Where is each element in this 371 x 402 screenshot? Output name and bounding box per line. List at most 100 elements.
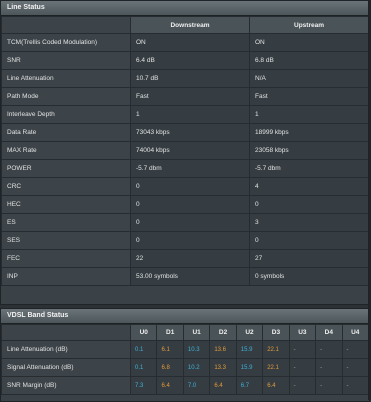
- band-value: 10.3: [182, 340, 211, 359]
- upstream-header: Upstream: [249, 16, 369, 34]
- band-value: 6.4: [262, 376, 290, 395]
- line-status-panel: Line Status Downstream Upstream TCM(Trel…: [0, 0, 370, 305]
- upstream-value: Fast: [249, 87, 369, 106]
- band-value: 13.3: [209, 358, 237, 377]
- downstream-value: -5.7 dbm: [130, 159, 250, 178]
- band-value: 15.9: [235, 340, 264, 359]
- upstream-value: 18999 kbps: [249, 123, 369, 142]
- upstream-value: ON: [249, 33, 369, 52]
- row-label: HEC: [1, 195, 131, 214]
- row-label: INP: [1, 267, 131, 286]
- line-status-row: HEC 0 0: [1, 195, 369, 214]
- upstream-value: N/A: [249, 69, 369, 88]
- band-value: 10.2: [182, 358, 211, 377]
- band-column-header: U3: [288, 324, 317, 341]
- line-status-title: Line Status: [1, 1, 369, 16]
- band-value: 22.1: [262, 340, 290, 359]
- line-status-row: Path Mode Fast Fast: [1, 87, 369, 106]
- row-label: FEC: [1, 249, 131, 268]
- band-column-header: D1: [156, 324, 184, 341]
- downstream-value: 73043 kbps: [130, 123, 250, 142]
- row-label: SES: [1, 231, 131, 250]
- upstream-value: -5.7 dbm: [249, 159, 369, 178]
- band-value: 6.4: [209, 376, 237, 395]
- downstream-value: 0: [130, 213, 250, 232]
- line-status-row: SES 0 0: [1, 231, 369, 250]
- band-value: -: [341, 358, 369, 377]
- band-row-label: SNR Margin (dB): [1, 376, 131, 395]
- upstream-value: 6.8 dB: [249, 51, 369, 70]
- downstream-value: 0: [130, 231, 250, 250]
- downstream-value: 10.7 dB: [130, 69, 250, 88]
- downstream-value: 22: [130, 249, 250, 268]
- band-row-label: Line Attenuation (dB): [1, 340, 131, 359]
- band-value: -: [288, 376, 317, 395]
- downstream-value: 0: [130, 177, 250, 196]
- line-status-row: ES 0 3: [1, 213, 369, 232]
- band-row-label: Signal Attenuation (dB): [1, 358, 131, 377]
- band-value: 6.8: [156, 358, 184, 377]
- row-label: TCM(Trellis Coded Modulation): [1, 33, 131, 52]
- band-value: 7.3: [129, 376, 158, 395]
- upstream-value: 1: [249, 105, 369, 124]
- line-status-row: Interleave Depth 1 1: [1, 105, 369, 124]
- line-status-corner: [1, 16, 131, 34]
- band-value: 0.1: [129, 340, 158, 359]
- band-value: -: [341, 376, 369, 395]
- band-value: 13.6: [209, 340, 237, 359]
- row-label: Interleave Depth: [1, 105, 131, 124]
- band-column-header: U1: [182, 324, 211, 341]
- upstream-value: 0: [249, 231, 369, 250]
- row-label: Line Attenuation: [1, 69, 131, 88]
- downstream-value: ON: [130, 33, 250, 52]
- band-value: -: [341, 340, 369, 359]
- line-status-row: SNR 6.4 dB 6.8 dB: [1, 51, 369, 70]
- line-status-row: TCM(Trellis Coded Modulation) ON ON: [1, 33, 369, 52]
- band-column-header: U4: [341, 324, 369, 341]
- line-status-row: Line Attenuation 10.7 dB N/A: [1, 69, 369, 88]
- row-label: Path Mode: [1, 87, 131, 106]
- band-value: -: [315, 340, 343, 359]
- band-column-header: D2: [209, 324, 237, 341]
- downstream-value: 74004 kbps: [130, 141, 250, 160]
- line-status-row: INP 53.00 symbols 0 symbols: [1, 267, 369, 286]
- band-value: 6.1: [156, 340, 184, 359]
- upstream-value: 4: [249, 177, 369, 196]
- downstream-value: 1: [130, 105, 250, 124]
- line-status-table: Downstream Upstream TCM(Trellis Coded Mo…: [1, 16, 369, 286]
- band-value: -: [288, 340, 317, 359]
- downstream-value: 0: [130, 195, 250, 214]
- upstream-value: 27: [249, 249, 369, 268]
- vdsl-band-status-title: VDSL Band Status: [1, 309, 369, 324]
- band-column-header: D4: [315, 324, 343, 341]
- row-label: MAX Rate: [1, 141, 131, 160]
- line-status-row: CRC 0 4: [1, 177, 369, 196]
- band-value: 15.9: [235, 358, 264, 377]
- vdsl-band-status-panel: VDSL Band Status U0 D1 U1 D2 U2 D3 U3 D4 U4 Line…: [0, 308, 370, 402]
- band-row: SNR Margin (dB) 7.3 6.4 7.0 6.4 6.7 6.4- - -: [1, 376, 369, 395]
- band-value: -: [315, 358, 343, 377]
- downstream-header: Downstream: [130, 16, 250, 34]
- row-label: Data Rate: [1, 123, 131, 142]
- band-value: 7.0: [182, 376, 211, 395]
- row-label: ES: [1, 213, 131, 232]
- band-value: 0.1: [129, 358, 158, 377]
- line-status-row: FEC 22 27: [1, 249, 369, 268]
- row-label: POWER: [1, 159, 131, 178]
- upstream-value: 3: [249, 213, 369, 232]
- row-label: SNR: [1, 51, 131, 70]
- band-row: Signal Attenuation (dB) 0.1 6.8 10.2 13.3 15.…: [1, 358, 369, 377]
- line-status-row: POWER -5.7 dbm -5.7 dbm: [1, 159, 369, 178]
- upstream-value: 0: [249, 195, 369, 214]
- band-column-header: U2: [235, 324, 264, 341]
- downstream-value: 53.00 symbols: [130, 267, 250, 286]
- band-value: -: [315, 376, 343, 395]
- band-value: 6.4: [156, 376, 184, 395]
- band-value: -: [288, 358, 317, 377]
- line-status-row: Data Rate 73043 kbps 18999 kbps: [1, 123, 369, 142]
- band-value: 6.7: [235, 376, 264, 395]
- upstream-value: 23058 kbps: [249, 141, 369, 160]
- upstream-value: 0 symbols: [249, 267, 369, 286]
- band-column-header: U0: [129, 324, 158, 341]
- vdsl-band-table: U0 D1 U1 D2 U2 D3 U3 D4 U4 Line Attenuation (dB)…: [1, 324, 369, 395]
